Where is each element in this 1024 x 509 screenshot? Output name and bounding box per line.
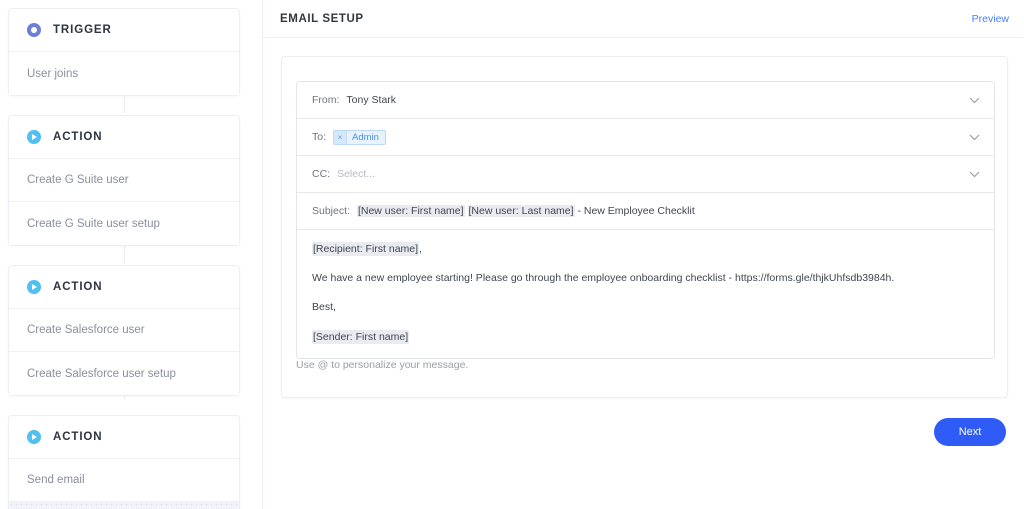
flow-block-header: TRIGGER [9, 9, 239, 52]
flow-block-action-salesforce[interactable]: ACTION Create Salesforce user Create Sal… [8, 265, 240, 396]
to-field-row[interactable]: To: × Admin [297, 119, 994, 156]
flow-block-title: ACTION [53, 131, 103, 143]
sidebar-item-send-email[interactable]: Send email [9, 459, 239, 502]
flow-block-action-gsuite[interactable]: ACTION Create G Suite user Create G Suit… [8, 115, 240, 246]
workflow-sidebar: TRIGGER User joins ACTION Create G Suite… [0, 0, 263, 509]
main-panel: EMAIL SETUP Preview From: Tony Stark To: [263, 0, 1024, 509]
flow-block-trigger[interactable]: TRIGGER User joins [8, 8, 240, 96]
chip-remove-icon[interactable]: × [334, 130, 348, 144]
flow-block-header: ACTION [9, 266, 239, 309]
body-signoff: Best, [312, 301, 336, 314]
body-paragraph: We have a new employee starting! Please … [312, 272, 895, 285]
email-compose-box: From: Tony Stark To: × Admin CC: Select.… [296, 81, 995, 359]
automation-email-setup-screen: TRIGGER User joins ACTION Create G Suite… [0, 0, 1024, 509]
from-value: Tony Stark [346, 94, 397, 106]
action-play-icon [27, 430, 41, 444]
chip-label: Admin [352, 131, 379, 143]
subject-value[interactable]: [New user: First name] [New user: Last n… [356, 205, 980, 217]
subject-field-row[interactable]: Subject: [New user: First name] [New use… [297, 193, 994, 230]
recipient-chip-admin[interactable]: × Admin [333, 129, 386, 145]
flow-block-title: ACTION [53, 281, 103, 293]
merge-token-sender-first-name[interactable]: [Sender: First name] [312, 329, 410, 344]
chevron-down-icon[interactable] [969, 97, 980, 104]
preview-link[interactable]: Preview [972, 13, 1009, 25]
action-play-icon [27, 130, 41, 144]
body-greeting-suffix: , [419, 243, 422, 255]
from-field-row[interactable]: From: Tony Stark [297, 82, 994, 119]
personalize-hint: Use @ to personalize your message. [296, 359, 469, 371]
merge-token-new-user-last-name[interactable]: [New user: Last name] [467, 205, 575, 217]
merge-token-recipient-first-name[interactable]: [Recipient: First name] [312, 242, 420, 256]
email-body-editor[interactable]: [Recipient: First name], We have a new e… [297, 230, 994, 358]
from-label: From: [312, 94, 340, 106]
sidebar-item-create-g-suite-user[interactable]: Create G Suite user [9, 159, 239, 202]
main-header: EMAIL SETUP Preview [263, 0, 1024, 38]
action-play-icon [27, 280, 41, 294]
email-setup-card: From: Tony Stark To: × Admin CC: Select.… [281, 56, 1008, 398]
body-greeting: [Recipient: First name], [312, 242, 979, 256]
merge-token-new-user-first-name[interactable]: [New user: First name] [356, 205, 465, 217]
to-label: To: [312, 131, 327, 143]
flow-block-title: TRIGGER [53, 24, 112, 36]
chevron-down-icon[interactable] [969, 134, 980, 141]
cc-input[interactable]: Select... [337, 168, 969, 180]
flow-connector [124, 245, 125, 263]
page-title: EMAIL SETUP [280, 12, 364, 25]
body-signature: [Sender: First name] [312, 329, 979, 344]
subject-suffix: - New Employee Checklit [574, 205, 695, 217]
sidebar-item-email-setup[interactable]: Email setup [9, 502, 239, 509]
sidebar-item-create-g-suite-user-setup[interactable]: Create G Suite user setup [9, 202, 239, 245]
flow-block-action-email[interactable]: ACTION Send email Email setup [8, 415, 240, 509]
subject-label: Subject: [312, 205, 350, 217]
to-value: × Admin [333, 129, 969, 145]
flow-block-header: ACTION [9, 416, 239, 459]
trigger-dot-icon [27, 23, 41, 37]
flow-connector [124, 95, 125, 113]
chevron-down-icon[interactable] [969, 171, 980, 178]
cc-label: CC: [312, 168, 331, 180]
sidebar-item-user-joins[interactable]: User joins [9, 52, 239, 95]
sidebar-item-create-salesforce-user[interactable]: Create Salesforce user [9, 309, 239, 352]
flow-block-title: ACTION [53, 431, 103, 443]
flow-block-header: ACTION [9, 116, 239, 159]
next-button[interactable]: Next [934, 418, 1006, 446]
cc-field-row[interactable]: CC: Select... [297, 156, 994, 193]
sidebar-item-create-salesforce-user-setup[interactable]: Create Salesforce user setup [9, 352, 239, 395]
